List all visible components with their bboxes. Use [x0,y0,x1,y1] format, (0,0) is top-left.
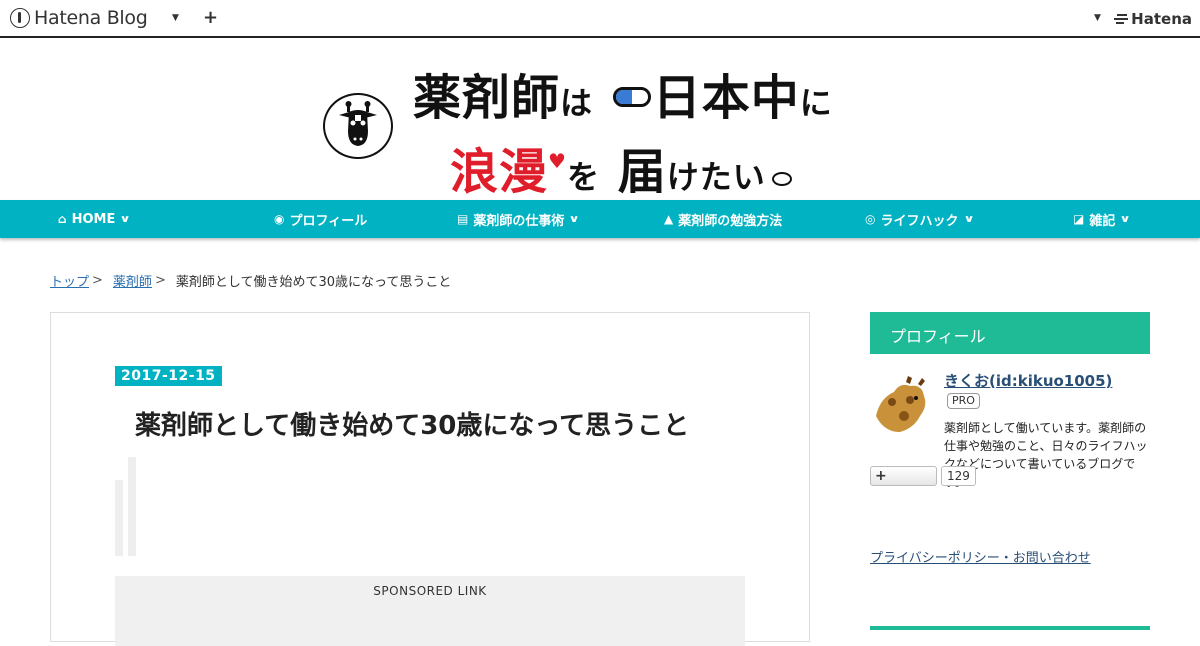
graduation-cap-icon: ▲ [664,212,674,226]
nav-item-home[interactable]: ⌂ HOME ∨ [58,200,132,238]
chevron-down-icon: ∨ [1119,213,1132,225]
chevron-down-icon[interactable]: ▼ [172,13,179,23]
add-button[interactable]: + [203,7,218,28]
entry-title[interactable]: 薬剤師として働き始めて30歳になって思うこと [135,405,689,442]
avatar[interactable] [870,376,932,434]
chevron-down-icon: ∨ [119,213,132,225]
blog-header: 薬剤師は 日本中に 浪漫♥を 届けたい [0,40,1200,200]
tablet-pill-icon [771,172,792,186]
hatena-blog-brand: Hatena Blog [34,7,148,29]
user-circle-icon: ◉ [274,212,285,226]
blog-title-line-1[interactable]: 薬剤師は 日本中に [413,58,833,128]
breadcrumb-category-link[interactable]: 薬剤師 [113,271,152,290]
chevron-down-icon: ∨ [568,213,581,225]
sidebar-next-heading [870,626,1150,630]
follow-button[interactable]: + [870,466,937,486]
sponsored-label: SPONSORED LINK [373,584,487,598]
chevron-down-icon: ∨ [962,213,975,225]
blog-title-line-2[interactable]: 浪漫♥を 届けたい [450,132,792,202]
global-nav: ⌂ HOME ∨ ◉ プロフィール ▤ 薬剤師の仕事術 ∨ ▲ 薬剤師の勉強方法… [0,200,1200,238]
capsule-icon [612,87,651,107]
clipboard-icon: ▤ [457,212,469,226]
heart-icon: ♥ [548,149,567,173]
nav-item-lifehack[interactable]: ◎ ライフハック ∨ [865,200,975,238]
entry-date[interactable]: 2017-12-15 [115,366,222,386]
nav-item-misc[interactable]: ◪ 雑記 ∨ [1073,200,1132,238]
hatena-label: Hatena [1131,10,1192,28]
hatena-blog-logo[interactable]: Hatena Blog [10,6,148,30]
sidebar-profile-heading: プロフィール [870,312,1150,354]
nav-item-work[interactable]: ▤ 薬剤師の仕事術 ∨ [457,200,581,238]
breadcrumb-current: 薬剤師として働き始めて30歳になって思うこと [175,275,452,290]
pro-badge: PRO [947,393,980,409]
hatena-top-bar: Hatena Blog ▼ + ▼ Hatena [0,0,1200,38]
hatena-account-link[interactable]: Hatena [1114,10,1192,28]
breadcrumb-home-link[interactable]: トップ [50,271,89,290]
note-icon: ◪ [1073,212,1085,226]
nav-item-study[interactable]: ▲ 薬剤師の勉強方法 [664,200,782,238]
nav-item-profile[interactable]: ◉ プロフィール [274,200,367,238]
chevron-down-icon[interactable]: ▼ [1094,13,1101,23]
breadcrumb: トップ > 薬剤師 > 薬剤師として働き始めて30歳になって思うこと [50,271,452,290]
placeholder-bar [128,457,136,556]
giraffe-logo-icon[interactable] [323,93,393,159]
home-icon: ⌂ [58,212,67,226]
hatena-mark-icon [1114,13,1129,25]
article-card: 2017-12-15 薬剤師として働き始めて30歳になって思うこと SPONSO… [50,312,810,646]
gamepad-icon: ◎ [865,212,876,226]
privacy-policy-link[interactable]: プライバシーポリシー・お問い合わせ [870,547,1091,566]
sponsored-ad-block: SPONSORED LINK [115,576,745,646]
profile-name-link[interactable]: きくお(id:kikuo1005) [944,370,1112,391]
placeholder-bar [115,480,123,556]
follower-count: 129 [941,466,976,486]
hatena-blog-mark-icon [10,8,30,28]
